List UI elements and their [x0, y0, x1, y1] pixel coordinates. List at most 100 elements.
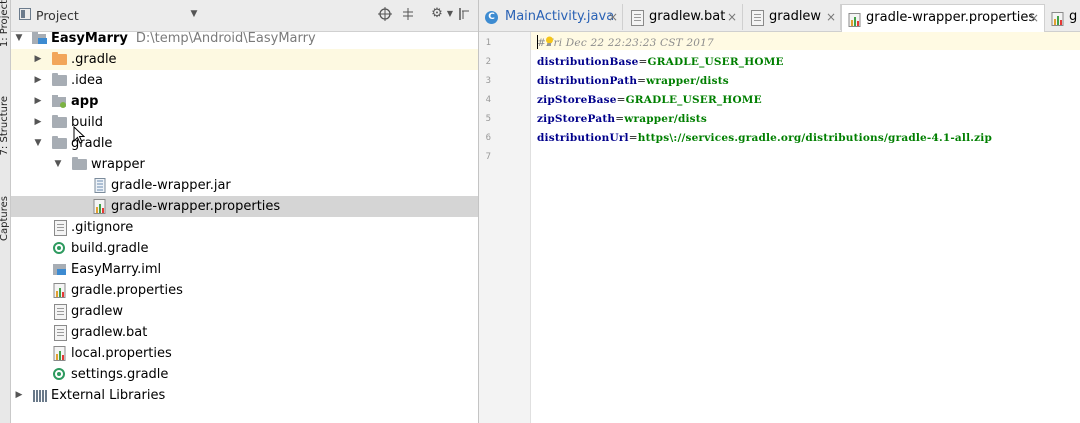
mouse-pointer-icon	[73, 126, 85, 144]
close-icon[interactable]: ×	[1029, 5, 1039, 31]
tab-gradlew[interactable]: gradlew ×	[743, 4, 841, 30]
gradle-file-icon	[52, 367, 68, 382]
tree-item-easymarry-iml[interactable]: EasyMarry.iml	[11, 259, 478, 280]
expanded-arrow-icon[interactable]: ▼	[33, 133, 43, 154]
tab-label: g	[1069, 9, 1078, 24]
properties-file-icon	[848, 11, 861, 27]
folder-icon	[52, 136, 68, 151]
tree-item-label: .gitignore	[71, 220, 134, 235]
collapse-all-icon[interactable]	[401, 7, 415, 21]
tab-label: MainActivity.java	[505, 9, 615, 24]
folder-icon	[52, 115, 68, 130]
module-file-icon	[52, 262, 68, 277]
tab-mainactivity-java[interactable]: C MainActivity.java ×	[479, 4, 623, 30]
tree-item-local-properties[interactable]: local.properties	[11, 343, 478, 364]
scroll-from-source-icon[interactable]	[378, 7, 392, 21]
lightbulb-icon[interactable]	[545, 36, 554, 47]
class-icon: C	[485, 11, 498, 24]
tab-gradlew-bat[interactable]: gradlew.bat ×	[623, 4, 743, 30]
structure-tool-tab[interactable]: 7: Structure	[0, 96, 10, 155]
close-icon[interactable]: ×	[727, 4, 737, 30]
tree-item-gradle-properties[interactable]: gradle.properties	[11, 280, 478, 301]
project-path: D:\temp\Android\EasyMarry	[135, 31, 316, 46]
tree-item-idea[interactable]: ▶ .idea	[11, 70, 478, 91]
line-number: 2	[485, 57, 491, 67]
code-line-1[interactable]: #Fri Dec 22 22:23:23 CST 2017	[537, 37, 714, 49]
settings-dropdown-icon[interactable]: ▼	[443, 7, 457, 21]
folder-icon	[72, 157, 88, 172]
tab-gradle-wrapper-properties[interactable]: gradle-wrapper.properties ×	[841, 4, 1045, 32]
properties-file-icon	[52, 283, 68, 298]
settings-gear-icon[interactable]: ⚙	[430, 7, 444, 21]
folder-icon	[52, 73, 68, 88]
line-number: 4	[485, 95, 491, 105]
collapsed-arrow-icon[interactable]: ▶	[33, 49, 43, 70]
line-number: 7	[485, 152, 491, 162]
tab-label: gradlew	[769, 9, 822, 24]
properties-file-icon	[52, 346, 68, 361]
project-tool-tab[interactable]: 1: Project	[0, 0, 10, 47]
tree-item-label: gradle-wrapper.jar	[111, 178, 231, 193]
tree-item-external-libraries[interactable]: ▶ External Libraries	[11, 385, 478, 406]
tree-item-label: build.gradle	[71, 241, 149, 256]
tree-item-settings-gradle[interactable]: settings.gradle	[11, 364, 478, 385]
tree-item-label: EasyMarry.iml	[71, 262, 162, 277]
properties-file-icon	[92, 199, 108, 214]
code-line-5[interactable]: zipStorePath=wrapper/dists	[537, 113, 707, 125]
tree-item-app[interactable]: ▶ app	[11, 91, 478, 112]
file-icon	[749, 10, 764, 26]
tree-item-build-gradle[interactable]: build.gradle	[11, 238, 478, 259]
tree-item-wrapper[interactable]: ▼ wrapper	[11, 154, 478, 175]
tree-item-label: gradlew	[71, 304, 124, 319]
expanded-arrow-icon[interactable]: ▼	[14, 28, 24, 49]
expanded-arrow-icon[interactable]: ▼	[53, 154, 63, 175]
jar-file-icon	[92, 178, 108, 193]
code-line-4[interactable]: zipStoreBase=GRADLE_USER_HOME	[537, 94, 762, 106]
collapsed-arrow-icon[interactable]: ▶	[14, 385, 24, 406]
collapsed-arrow-icon[interactable]: ▶	[33, 91, 43, 112]
text-caret	[537, 35, 538, 49]
tab-overflow[interactable]: g	[1045, 4, 1080, 30]
tree-item-gradle-wrapper-properties[interactable]: gradle-wrapper.properties	[11, 196, 478, 217]
tree-item-label: wrapper	[91, 157, 145, 172]
collapsed-arrow-icon[interactable]: ▶	[33, 112, 43, 133]
tree-item-label: gradlew.bat	[71, 325, 148, 340]
tab-label: gradle-wrapper.properties	[866, 10, 1036, 25]
view-dropdown-icon[interactable]: ▼	[187, 7, 201, 21]
collapsed-arrow-icon[interactable]: ▶	[33, 70, 43, 91]
editor-gutter: 1 2 3 4 5 6 7	[479, 32, 531, 423]
project-panel-title[interactable]: Project	[36, 8, 79, 23]
tree-item-label: local.properties	[71, 346, 172, 361]
gradle-file-icon	[52, 241, 68, 256]
tree-item-label: EasyMarry D:\temp\Android\EasyMarry	[51, 31, 316, 46]
tree-item-label: app	[71, 94, 99, 109]
tree-item-label: gradle-wrapper.properties	[111, 199, 281, 214]
close-icon[interactable]: ×	[826, 4, 836, 30]
code-line-3[interactable]: distributionPath=wrapper/dists	[537, 75, 729, 87]
code-editor[interactable]: #Fri Dec 22 22:23:23 CST 2017 distributi…	[531, 32, 1080, 423]
tree-item-gradle-wrapper-jar[interactable]: gradle-wrapper.jar	[11, 175, 478, 196]
code-line-6[interactable]: distributionUrl=https\://services.gradle…	[537, 132, 992, 144]
tab-label: gradlew.bat	[649, 9, 726, 24]
tree-item-label: gradle.properties	[71, 283, 183, 298]
tree-item-gitignore[interactable]: .gitignore	[11, 217, 478, 238]
tree-item-gradlew-bat[interactable]: gradlew.bat	[11, 322, 478, 343]
tool-window-strip: 1: Project 7: Structure Captures	[0, 0, 11, 423]
text-file-icon	[52, 325, 68, 341]
tree-item-easymarry[interactable]: ▼ EasyMarry D:\temp\Android\EasyMarry	[11, 28, 478, 49]
hide-panel-icon[interactable]	[457, 7, 471, 21]
tree-item-dot-gradle[interactable]: ▶ .gradle	[11, 49, 478, 70]
module-icon	[32, 31, 48, 46]
tree-item-gradlew[interactable]: gradlew	[11, 301, 478, 322]
folder-icon	[52, 52, 68, 67]
close-icon[interactable]: ×	[608, 4, 618, 30]
properties-file-icon	[1051, 10, 1064, 26]
captures-tool-tab[interactable]: Captures	[0, 196, 10, 241]
project-view-icon[interactable]	[18, 7, 32, 21]
android-module-folder-icon	[52, 94, 68, 109]
tree-item-label: .gradle	[71, 52, 117, 67]
line-number: 5	[485, 114, 491, 124]
code-line-2[interactable]: distributionBase=GRADLE_USER_HOME	[537, 56, 784, 68]
line-number: 6	[485, 133, 491, 143]
tree-item-label: settings.gradle	[71, 367, 169, 382]
